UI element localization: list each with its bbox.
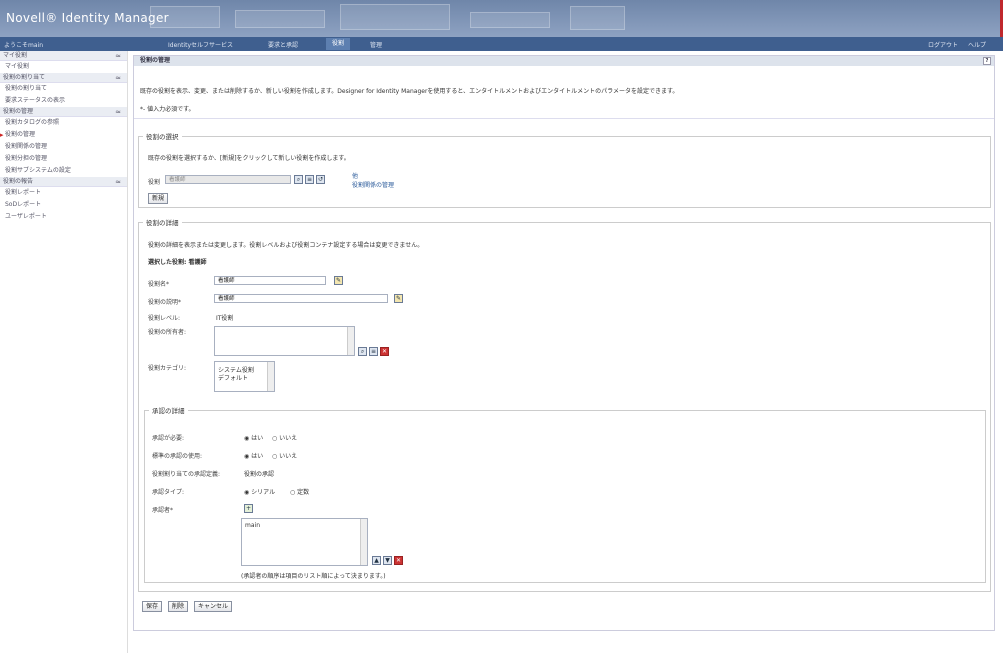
main-panel: 役割の管理 ? 既存の役割を表示、変更、または削除するか、新しい役割を作成します… [133,55,995,631]
banner-decoration [235,10,325,28]
approval-type-label: 承認タイプ: [152,489,185,496]
sidebar-item-assign[interactable]: 役割の割り当て [0,83,127,95]
page-description: 既存の役割を表示、変更、または削除するか、新しい役割を作成します。Designe… [140,88,679,95]
sidebar-item-manage-roles[interactable]: 役割の管理 [0,129,127,141]
role-name-label: 役割名* [148,281,170,288]
history-icon[interactable]: ≡ [369,347,378,356]
new-button[interactable]: 新規 [148,193,169,204]
standard-approval-yes[interactable]: ◉ はい [244,451,263,460]
help-icon[interactable]: ? [983,57,991,65]
approval-required-yes[interactable]: ◉ はい [244,433,263,442]
sidebar-item-request-status[interactable]: 要求ステータスの表示 [0,95,127,107]
reset-icon[interactable]: ↺ [316,175,325,184]
role-desc-input[interactable]: 看護師 [214,294,388,303]
approver-item[interactable]: main [245,522,260,529]
sidebar-group-my-roles[interactable]: マイ役割 ≈ [0,51,127,61]
sidebar-item-relations[interactable]: 役割関係の管理 [0,141,127,153]
role-level-label: 役割レベル: [148,315,181,322]
sidebar-group-reports[interactable]: 役割の報告 ≈ [0,177,127,187]
welcome-text: ようこそmain [4,42,43,49]
panel-header: 役割の管理 ? [134,56,994,66]
localize-icon[interactable]: ✎ [394,294,403,303]
banner-decoration [570,6,625,30]
collapse-icon[interactable]: ≈ [115,51,121,61]
logout-link[interactable]: ログアウト [928,40,958,49]
standard-approval-no[interactable]: ○ いいえ [272,451,297,460]
approval-type-serial[interactable]: ◉ シリアル [244,487,275,496]
sidebar-item-catalog[interactable]: 役割カタログの参照 [0,117,127,129]
role-name-input[interactable]: 看護師 [214,276,326,285]
approval-def-label: 役割割り当ての承認定義: [152,471,221,478]
page-title: 役割の管理 [140,57,171,64]
role-desc-label: 役割の説明* [148,299,182,306]
search-icon[interactable]: ⌕ [294,175,303,184]
category-item[interactable]: デフォルト [218,373,248,382]
cancel-button[interactable]: キャンセル [194,601,233,612]
manage-relations-link[interactable]: 役割関係の管理 [352,180,394,189]
approver-order-note: (承認者の順序は項目のリスト順によって決まります。) [241,573,386,580]
role-owner-label: 役割の所有者: [148,329,187,336]
divider [134,118,994,119]
collapse-icon[interactable]: ≈ [115,107,121,117]
role-select-section: 役割の選択 [138,131,991,208]
add-approver-icon[interactable]: + [244,504,253,513]
approval-required-no[interactable]: ○ いいえ [272,433,297,442]
scrollbar[interactable] [267,362,274,391]
role-label: 役割 [148,179,161,186]
role-level-value: IT役割 [216,315,234,322]
history-icon[interactable]: ≡ [305,175,314,184]
sidebar: マイ役割 ≈ マイ役割 役割の割り当て ≈ 役割の割り当て 要求ステータスの表示 役… [0,51,128,653]
approval-required-label: 承認が必要: [152,435,185,442]
tab-self-service[interactable]: Identityセルフサービス [168,40,233,49]
role-category-label: 役割カテゴリ: [148,365,187,372]
search-icon[interactable]: ⌕ [358,347,367,356]
selected-role-heading: 選択した役割: 看護師 [148,259,207,266]
detail-help-text: 役割の詳細を表示または変更します。役割レベルおよび役割コンテナ設定する場合は変更… [148,242,424,249]
tab-admin[interactable]: 管理 [370,40,382,49]
delete-button[interactable]: 削除 [168,601,189,612]
sidebar-item-subsystem[interactable]: 役割サブシステムの設定 [0,165,127,177]
approver-list[interactable]: main [241,518,368,566]
sidebar-item-sod-report[interactable]: SoDレポート [0,199,127,211]
required-note: *- 値入力必須です。 [140,106,195,113]
banner-decoration [470,12,550,28]
sidebar-group-manage[interactable]: 役割の管理 ≈ [0,107,127,117]
help-link[interactable]: ヘルプ [968,40,986,49]
role-category-list[interactable]: システム役割 デフォルト [214,361,275,392]
move-down-icon[interactable]: ▼ [383,556,392,565]
role-input[interactable]: 看護師 [165,175,291,184]
role-owner-list[interactable] [214,326,355,356]
approval-type-quorum[interactable]: ○ 定数 [290,487,309,496]
banner-decoration [340,4,450,30]
app-title: Novell® Identity Manager [6,11,169,25]
sidebar-item-role-report[interactable]: 役割レポート [0,187,127,199]
section-legend: 役割の選択 [146,133,179,141]
delete-icon[interactable]: ✕ [380,347,389,356]
sidebar-group-assign[interactable]: 役割の割り当て ≈ [0,73,127,83]
sidebar-item-my-roles[interactable]: マイ役割 [0,61,127,73]
collapse-icon[interactable]: ≈ [115,177,121,187]
sidebar-item-user-report[interactable]: ユーザレポート [0,211,127,223]
save-button[interactable]: 保存 [142,601,163,612]
other-link[interactable]: 他 [352,171,358,180]
top-nav: ようこそmain Identityセルフサービス 要求と承認 役割 管理 ログア… [0,37,1003,51]
tab-roles[interactable]: 役割 [326,38,351,50]
app-banner: Novell® Identity Manager [0,0,1003,37]
approver-label: 承認者* [152,507,174,514]
move-up-icon[interactable]: ▲ [372,556,381,565]
section-legend: 役割の詳細 [146,219,179,227]
approval-def-value: 役割の承認 [244,471,275,478]
sidebar-item-sod[interactable]: 役割分担の管理 [0,153,127,165]
section-legend: 承認の詳細 [152,407,185,415]
scrollbar[interactable] [360,519,367,565]
scrollbar[interactable] [347,327,354,355]
delete-icon[interactable]: ✕ [394,556,403,565]
localize-icon[interactable]: ✎ [334,276,343,285]
standard-approval-label: 標準の承認の使用: [152,453,203,460]
tab-requests[interactable]: 要求と承認 [268,40,298,49]
collapse-icon[interactable]: ≈ [115,73,121,83]
select-help-text: 既存の役割を選択するか、[新規]をクリックして新しい役割を作成します。 [148,155,350,162]
